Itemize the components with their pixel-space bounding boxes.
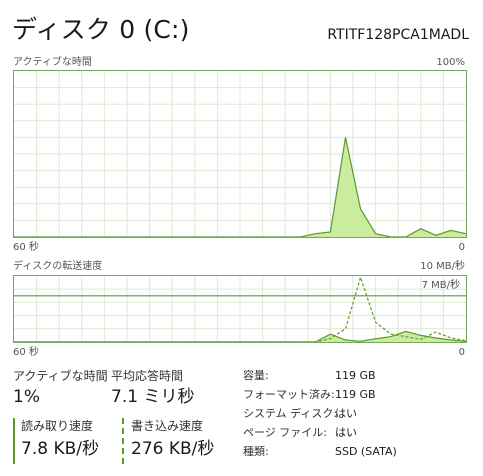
property-value: 119 GB — [335, 388, 376, 401]
active-time-min-label: 0 — [458, 242, 465, 253]
property-label: ページ ファイル: — [243, 426, 327, 439]
write-speed-stat-label: 書き込み速度 — [131, 419, 204, 433]
property-row: フォーマット済み: 119 GB — [243, 389, 463, 408]
avg-response-stat-value: 7.1 ミリ秒 — [111, 387, 195, 407]
transfer-max-label: 10 MB/秒 — [420, 261, 465, 272]
property-value: SSD (SATA) — [335, 445, 397, 458]
property-row: システム ディスク: はい — [243, 408, 463, 427]
active-time-chart-label: アクティブな時間 — [13, 57, 92, 68]
property-row: ページ ファイル: はい — [243, 427, 463, 446]
property-label: 容量: — [243, 369, 269, 382]
active-time-stat-value: 1% — [13, 387, 40, 407]
property-label: システム ディスク: — [243, 407, 338, 420]
transfer-reference-label: 7 MB/秒 — [421, 280, 460, 291]
property-label: フォーマット済み: — [243, 388, 335, 401]
active-time-duration-label: 60 秒 — [13, 242, 39, 253]
read-speed-stat-label: 読み取り速度 — [21, 419, 94, 433]
transfer-min-label: 0 — [458, 347, 465, 358]
property-value: 119 GB — [335, 369, 376, 382]
transfer-chart: 7 MB/秒 — [13, 275, 467, 343]
active-time-chart — [13, 70, 467, 238]
property-label: 種類: — [243, 445, 269, 458]
active-time-stat-label: アクティブな時間 — [13, 369, 108, 383]
read-speed-stat-value: 7.8 KB/秒 — [21, 439, 99, 459]
active-time-max-label: 100% — [436, 57, 465, 68]
transfer-duration-label: 60 秒 — [13, 347, 39, 358]
property-value: はい — [335, 407, 357, 420]
properties-list: 容量: 119 GB フォーマット済み: 119 GB システム ディスク: は… — [243, 370, 463, 465]
write-speed-legend-bar — [122, 418, 124, 464]
transfer-plot — [14, 276, 466, 342]
write-speed-stat-value: 276 KB/秒 — [131, 439, 215, 459]
page-title: ディスク 0 (C:) — [12, 15, 190, 44]
transfer-chart-label: ディスクの転送速度 — [13, 261, 103, 272]
active-time-plot — [14, 71, 466, 237]
property-value: はい — [335, 426, 357, 439]
read-speed-legend-bar — [13, 418, 15, 464]
property-row: 種類: SSD (SATA) — [243, 446, 463, 465]
disk-model: RTITF128PCA1MADL — [327, 27, 469, 43]
avg-response-stat-label: 平均応答時間 — [111, 369, 184, 383]
property-row: 容量: 119 GB — [243, 370, 463, 389]
